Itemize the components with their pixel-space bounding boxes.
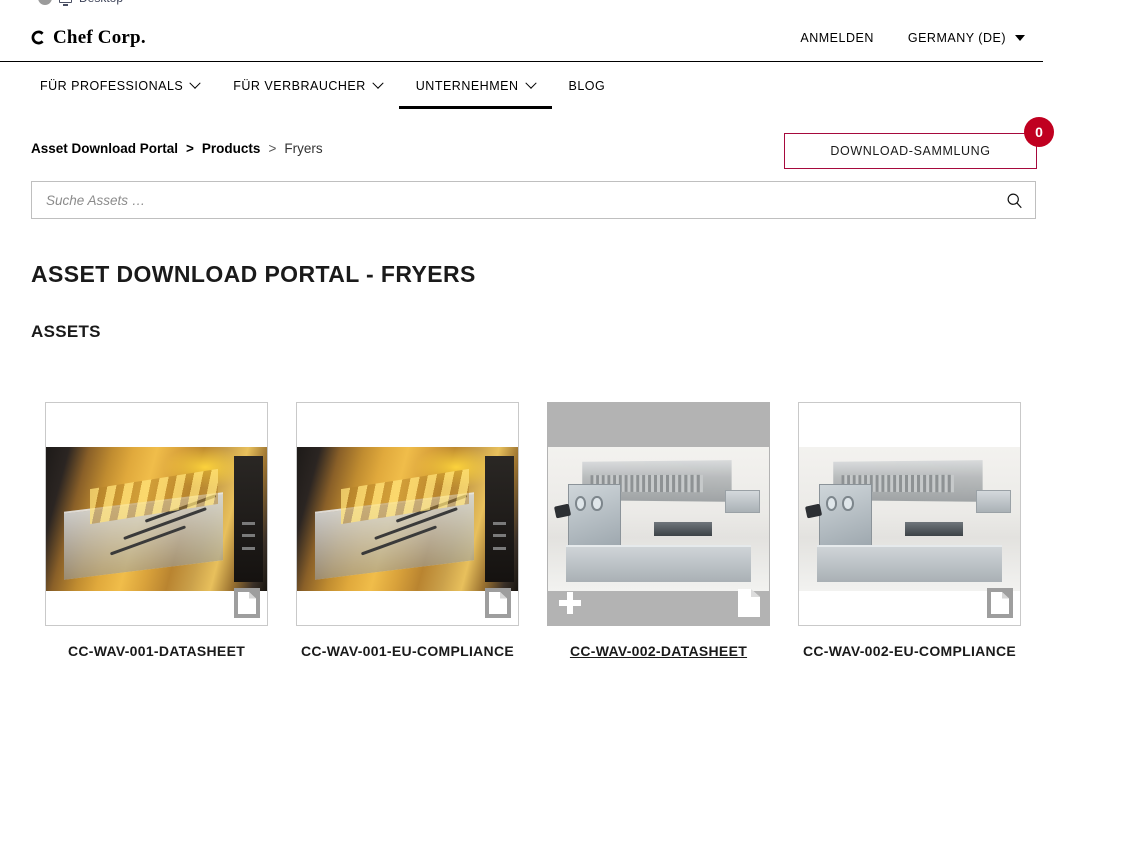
chevron-down-icon xyxy=(372,77,383,88)
nav-item-label: UNTERNEHMEN xyxy=(416,79,519,93)
nav-item-blog[interactable]: BLOG xyxy=(552,62,623,109)
search-button[interactable] xyxy=(993,182,1035,218)
breadcrumb-row: Asset Download Portal > Products > Fryer… xyxy=(31,117,1015,179)
download-collection-button[interactable]: DOWNLOAD-SAMMLUNG xyxy=(784,133,1037,169)
asset-card: CC-WAV-001-DATASHEET xyxy=(45,402,268,663)
breadcrumb-separator: > xyxy=(268,141,276,156)
section-title-assets: ASSETS xyxy=(31,322,1015,342)
os-taskbar-fragment: Desktop xyxy=(0,0,1122,10)
header-actions: ANMELDEN GERMANY (DE) xyxy=(800,31,1043,45)
c-logo-mark-icon xyxy=(31,30,46,45)
chevron-down-icon xyxy=(525,77,536,88)
nav-item-label: FÜR VERBRAUCHER xyxy=(233,79,366,93)
asset-image-kitchen xyxy=(799,447,1020,591)
asset-label[interactable]: CC-WAV-001-DATASHEET xyxy=(45,640,268,663)
brand-name: Chef Corp. xyxy=(53,27,146,49)
asset-thumbnail[interactable] xyxy=(547,402,770,626)
breadcrumb-item-portal[interactable]: Asset Download Portal xyxy=(31,141,178,156)
download-collection-badge: 0 xyxy=(1024,117,1054,147)
plus-icon[interactable] xyxy=(555,588,585,618)
asset-card: CC-WAV-001-EU-COMPLIANCE xyxy=(296,402,519,663)
asset-label[interactable]: CC-WAV-002-DATASHEET xyxy=(547,640,770,663)
page-root: Desktop Chef Corp. ANMELDEN GERMANY (DE) xyxy=(0,0,1122,852)
document-icon xyxy=(485,588,511,618)
nav-item-label: FÜR PROFESSIONALS xyxy=(40,79,183,93)
search-input[interactable] xyxy=(32,182,993,218)
os-label: Desktop xyxy=(79,0,123,5)
asset-thumbnail[interactable] xyxy=(296,402,519,626)
monitor-icon xyxy=(59,0,72,3)
sign-in-link[interactable]: ANMELDEN xyxy=(800,31,873,45)
locale-selector[interactable]: GERMANY (DE) xyxy=(908,31,1025,45)
os-status-dot xyxy=(38,0,52,5)
breadcrumb-separator: > xyxy=(186,141,194,156)
document-icon xyxy=(736,588,762,618)
breadcrumb-item-fryers: Fryers xyxy=(284,141,322,156)
nav-item-fuer-professionals[interactable]: FÜR PROFESSIONALS xyxy=(31,62,216,109)
page-content: Asset Download Portal > Products > Fryer… xyxy=(0,117,1046,663)
chevron-down-icon xyxy=(1015,35,1025,41)
search-icon xyxy=(1006,192,1023,209)
main-navigation: FÜR PROFESSIONALS FÜR VERBRAUCHER UNTERN… xyxy=(0,62,1046,117)
asset-card: CC-WAV-002-EU-COMPLIANCE xyxy=(798,402,1021,663)
document-icon xyxy=(987,588,1013,618)
nav-item-fuer-verbraucher[interactable]: FÜR VERBRAUCHER xyxy=(216,62,399,109)
breadcrumb: Asset Download Portal > Products > Fryer… xyxy=(31,141,323,156)
site-container: Chef Corp. ANMELDEN GERMANY (DE) FÜR PRO… xyxy=(0,14,1046,663)
brand-logo[interactable]: Chef Corp. xyxy=(31,27,146,49)
asset-image-fryer xyxy=(46,447,267,591)
chevron-down-icon xyxy=(190,77,201,88)
page-title: ASSET DOWNLOAD PORTAL - FRYERS xyxy=(31,261,1015,288)
nav-item-unternehmen[interactable]: UNTERNEHMEN xyxy=(399,62,552,109)
asset-thumbnail[interactable] xyxy=(45,402,268,626)
breadcrumb-item-products[interactable]: Products xyxy=(202,141,261,156)
document-icon xyxy=(234,588,260,618)
asset-thumbnail[interactable] xyxy=(798,402,1021,626)
site-header: Chef Corp. ANMELDEN GERMANY (DE) xyxy=(0,14,1043,62)
asset-card: CC-WAV-002-DATASHEET xyxy=(547,402,770,663)
nav-item-label: BLOG xyxy=(569,79,606,93)
download-collection-wrapper: DOWNLOAD-SAMMLUNG 0 xyxy=(784,133,1037,169)
asset-search-box xyxy=(31,181,1036,219)
asset-image-kitchen xyxy=(548,447,769,591)
asset-image-fryer xyxy=(297,447,518,591)
asset-label[interactable]: CC-WAV-001-EU-COMPLIANCE xyxy=(296,640,519,663)
locale-label: GERMANY (DE) xyxy=(908,31,1006,45)
asset-grid: CC-WAV-001-DATASHEET xyxy=(31,402,1015,663)
asset-label[interactable]: CC-WAV-002-EU-COMPLIANCE xyxy=(798,640,1021,663)
